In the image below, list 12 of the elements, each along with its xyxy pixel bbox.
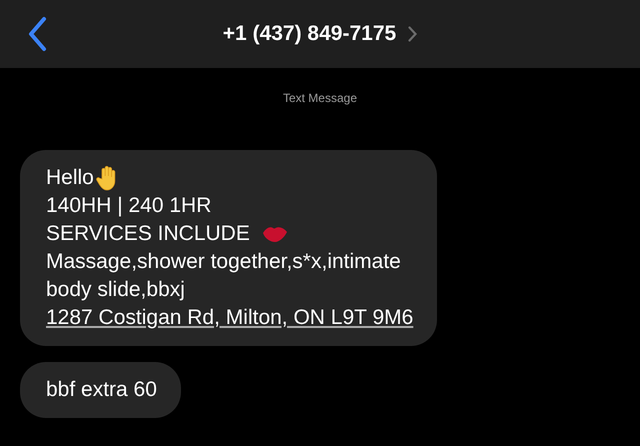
contact-title[interactable]: +1 (437) 849-7175 [222,18,396,50]
message-text: SERVICES INCLUDE [46,221,250,247]
address-link[interactable]: 1287 Costigan Rd, Milton, ON L9T 9M6 [46,306,414,329]
message-text: bbf extra 60 [46,378,157,401]
service-label: Text Message [282,92,358,107]
message-text: 140HH | 240 1HR [46,194,212,217]
chevron-icon[interactable] [408,26,418,42]
message-text: body slide,bbxj [46,278,185,301]
back-icon[interactable] [27,16,47,52]
lips-icon [262,224,288,244]
message-text: Massage,shower together,s*x,intimate [46,250,401,273]
message-text: Hello [46,165,94,191]
